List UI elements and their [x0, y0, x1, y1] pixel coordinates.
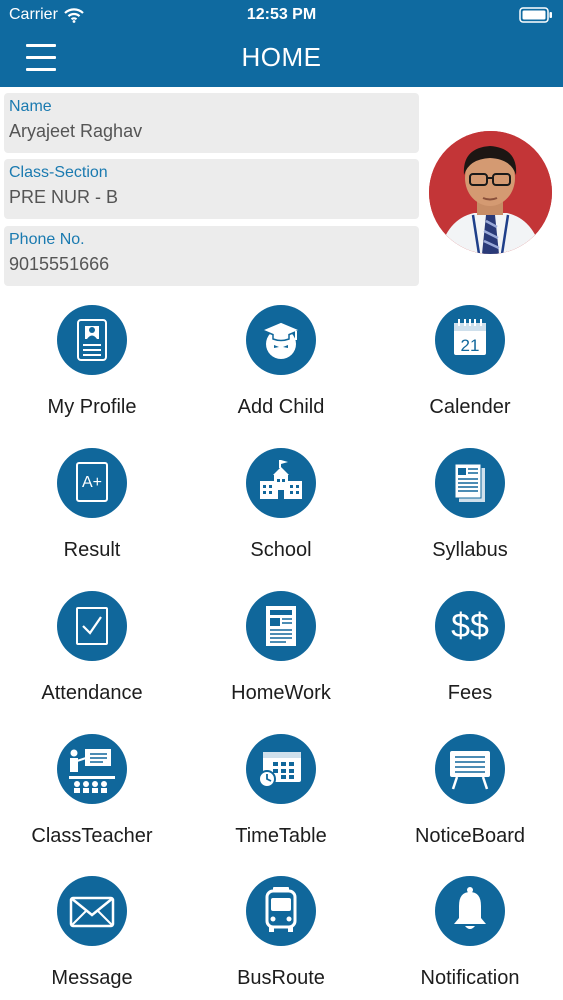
name-label: Name	[9, 98, 52, 115]
syllabus-icon	[435, 448, 505, 518]
profile-icon	[57, 305, 127, 375]
phone-value: 9015551666	[9, 254, 110, 274]
tile-timetable[interactable]: TimeTable	[187, 734, 375, 874]
result-grade: A+	[82, 474, 102, 491]
tile-homework[interactable]: HomeWork	[187, 591, 375, 731]
tile-fees[interactable]: $$ Fees	[376, 591, 563, 731]
page-title: HOME	[241, 42, 322, 72]
tile-add-child[interactable]: Add Child	[187, 305, 375, 445]
tile-label: Calender	[429, 396, 511, 418]
class-section-value: PRE NUR - B	[9, 187, 119, 207]
tile-my-profile[interactable]: My Profile	[0, 305, 186, 445]
tile-notice-board[interactable]: NoticeBoard	[376, 734, 563, 874]
tile-label: NoticeBoard	[414, 825, 526, 847]
tile-label: School	[250, 539, 312, 561]
tile-label: TimeTable	[235, 825, 327, 847]
timetable-icon	[246, 734, 316, 804]
homework-icon	[246, 591, 316, 661]
tile-bus-route[interactable]: BusRoute	[187, 876, 375, 1000]
calendar-day: 21	[461, 336, 480, 355]
phone-card: Phone No. 9015551666	[4, 226, 419, 286]
attendance-icon	[57, 591, 127, 661]
class-section-card: Class-Section PRE NUR - B	[4, 159, 419, 219]
phone-label: Phone No.	[9, 231, 85, 248]
tile-label: Message	[51, 967, 133, 989]
school-icon	[246, 448, 316, 518]
student-avatar	[429, 131, 552, 254]
tile-notification[interactable]: Notification	[376, 876, 563, 1000]
calendar-icon: 21	[435, 305, 505, 375]
bus-icon	[246, 876, 316, 946]
tile-school[interactable]: School	[187, 448, 375, 588]
tile-label: Syllabus	[432, 539, 508, 561]
status-bar: Carrier 12:53 PM	[0, 0, 563, 30]
message-icon	[57, 876, 127, 946]
tile-result[interactable]: A+ Result	[0, 448, 186, 588]
tile-label: Notification	[420, 967, 520, 989]
tile-label: Attendance	[41, 682, 143, 704]
result-icon: A+	[57, 448, 127, 518]
tile-label: Fees	[447, 682, 493, 704]
name-value: Aryajeet Raghav	[9, 121, 143, 141]
graduate-icon	[246, 305, 316, 375]
tile-class-teacher[interactable]: ClassTeacher	[0, 734, 186, 874]
class-teacher-icon	[57, 734, 127, 804]
battery-icon	[519, 7, 552, 23]
tile-calender[interactable]: 21 Calender	[376, 305, 563, 445]
notice-board-icon	[435, 734, 505, 804]
tile-syllabus[interactable]: Syllabus	[376, 448, 563, 588]
class-section-label: Class-Section	[9, 164, 108, 181]
fees-icon: $$	[435, 591, 505, 661]
name-card: Name Aryajeet Raghav	[4, 93, 419, 153]
nav-bar: HOME	[0, 30, 563, 87]
bell-icon	[435, 876, 505, 946]
status-time: 12:53 PM	[246, 6, 317, 23]
tile-label: Add Child	[237, 396, 325, 418]
tile-label: My Profile	[47, 396, 137, 418]
tile-label: ClassTeacher	[31, 825, 153, 847]
tile-label: BusRoute	[237, 967, 325, 989]
tile-message[interactable]: Message	[0, 876, 186, 1000]
tile-label: Result	[63, 539, 121, 561]
tile-attendance[interactable]: Attendance	[0, 591, 186, 731]
fees-symbol: $$	[451, 607, 489, 645]
tile-label: HomeWork	[231, 682, 331, 704]
